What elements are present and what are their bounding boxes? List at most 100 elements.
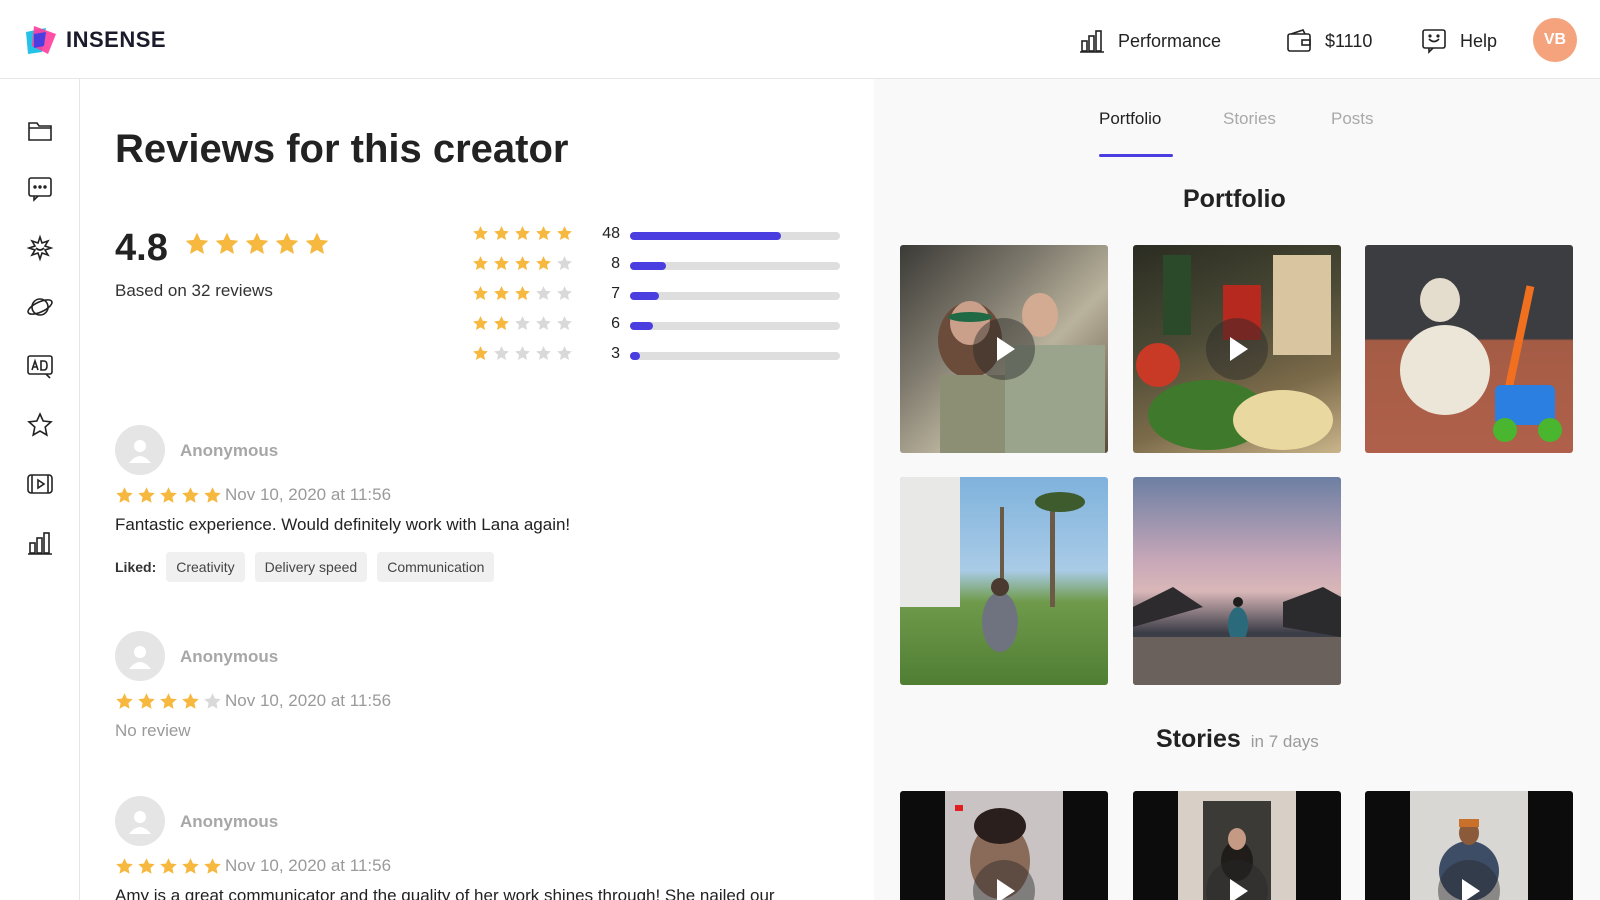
distribution-stars — [472, 345, 573, 362]
star-filled-icon — [536, 256, 551, 271]
reviews-pane: Reviews for this creator 4.8 Based on 32… — [80, 79, 874, 900]
distribution-bar-fill — [630, 232, 781, 240]
logo[interactable]: INSENSE — [24, 24, 166, 56]
planet-icon — [27, 298, 53, 316]
star-filled-icon — [494, 256, 509, 271]
folder-icon — [28, 122, 52, 141]
tab-portfolio[interactable]: Portfolio — [1099, 109, 1161, 129]
distribution-count: 7 — [611, 285, 620, 302]
star-empty-icon — [536, 316, 551, 331]
distribution-bar — [630, 262, 840, 270]
logo-mark-icon — [26, 26, 56, 54]
nav-performance-label: Performance — [1118, 30, 1222, 51]
distribution-stars — [472, 315, 573, 332]
active-tab-indicator — [1099, 154, 1173, 157]
beach-photo — [1133, 587, 1341, 685]
child-photo — [1400, 278, 1562, 442]
help-chat-icon — [1422, 29, 1446, 54]
distribution-row-5: 48 — [472, 225, 842, 245]
distribution-bar-fill — [630, 322, 653, 330]
star-filled-icon — [204, 858, 221, 874]
distribution-count: 8 — [611, 255, 620, 272]
top-header: INSENSE Performance $1110 Help VB — [0, 0, 1600, 79]
story-thumbnail[interactable] — [900, 791, 1108, 900]
star-filled-icon — [557, 226, 572, 241]
liked-tag: Communication — [377, 552, 495, 582]
star-filled-icon — [116, 487, 133, 503]
star-filled-icon — [138, 487, 155, 503]
distribution-bar-fill — [630, 262, 666, 270]
star-filled-icon — [473, 316, 488, 331]
star-filled-icon — [182, 858, 199, 874]
star-filled-icon — [305, 232, 329, 254]
tab-posts[interactable]: Posts — [1331, 109, 1374, 129]
nav-help[interactable]: Help — [1420, 26, 1497, 56]
star-filled-icon — [182, 487, 199, 503]
star-empty-icon — [557, 286, 572, 301]
sidebar-item-content[interactable] — [26, 470, 54, 498]
sidebar-item-favorites[interactable] — [26, 411, 54, 439]
nav-performance[interactable]: Performance — [1078, 26, 1221, 56]
distribution-stars — [472, 255, 573, 272]
sidebar-item-creators[interactable] — [26, 234, 54, 262]
distribution-row-4: 8 — [472, 255, 842, 275]
review-date: Nov 10, 2020 at 11:56 — [225, 691, 392, 710]
review-stars — [115, 692, 222, 711]
video-icon — [27, 474, 53, 494]
liked-tags: Liked: Creativity Delivery speed Communi… — [115, 552, 495, 582]
portfolio-photo-thumbnail[interactable] — [1133, 477, 1341, 685]
portfolio-heading: Portfolio — [1183, 185, 1286, 213]
review-stars — [115, 486, 222, 505]
ad-icon — [27, 355, 53, 379]
distribution-bar-fill — [630, 292, 659, 300]
story-thumbnail[interactable] — [1133, 791, 1341, 900]
play-button[interactable] — [973, 318, 1035, 380]
star-filled-icon — [215, 232, 239, 254]
star-empty-icon — [557, 256, 572, 271]
portfolio-video-thumbnail[interactable] — [900, 245, 1108, 453]
portfolio-photo-thumbnail[interactable] — [900, 477, 1108, 685]
sidebar-item-analytics[interactable] — [26, 529, 54, 557]
star-filled-icon — [536, 226, 551, 241]
star-filled-icon — [138, 858, 155, 874]
sidebar-item-ads[interactable] — [26, 352, 54, 380]
distribution-bar-fill — [630, 352, 640, 360]
reviewer-avatar — [115, 425, 165, 475]
sidebar-item-projects[interactable] — [26, 116, 54, 144]
sidebar — [0, 79, 80, 900]
star-filled-icon — [245, 232, 269, 254]
distribution-bar — [630, 292, 840, 300]
review-date: Nov 10, 2020 at 11:56 — [225, 856, 392, 875]
logo-text: INSENSE — [66, 27, 167, 52]
star-empty-icon — [515, 316, 530, 331]
sidebar-item-discover[interactable] — [26, 293, 54, 321]
portfolio-photo-thumbnail[interactable] — [1365, 245, 1573, 453]
nav-balance[interactable]: $1110 — [1285, 26, 1372, 56]
star-filled-icon — [116, 858, 133, 874]
review-text: No review — [115, 721, 191, 740]
distribution-row-3: 7 — [472, 285, 842, 305]
portfolio-video-thumbnail[interactable] — [1133, 245, 1341, 453]
tab-stories[interactable]: Stories — [1223, 109, 1276, 129]
star-empty-icon — [557, 346, 572, 361]
story-thumbnail[interactable] — [1365, 791, 1573, 900]
star-filled-icon — [473, 226, 488, 241]
distribution-bar — [630, 322, 840, 330]
bar-chart-icon — [28, 532, 52, 555]
star-filled-icon — [494, 226, 509, 241]
star-empty-icon — [494, 346, 509, 361]
review-stars — [115, 857, 222, 876]
wallet-icon — [1287, 29, 1311, 52]
chat-icon — [28, 177, 52, 202]
star-filled-icon — [160, 693, 177, 709]
average-rating: 4.8 — [115, 227, 168, 269]
sidebar-item-messages[interactable] — [26, 175, 54, 203]
distribution-count: 48 — [602, 225, 620, 242]
reviewer-avatar — [115, 631, 165, 681]
liked-tag: Creativity — [166, 552, 245, 582]
star-filled-icon — [515, 286, 530, 301]
reviewer-name: Anonymous — [180, 812, 279, 831]
star-filled-icon — [494, 316, 509, 331]
user-avatar[interactable]: VB — [1533, 18, 1577, 62]
play-button[interactable] — [1206, 318, 1268, 380]
